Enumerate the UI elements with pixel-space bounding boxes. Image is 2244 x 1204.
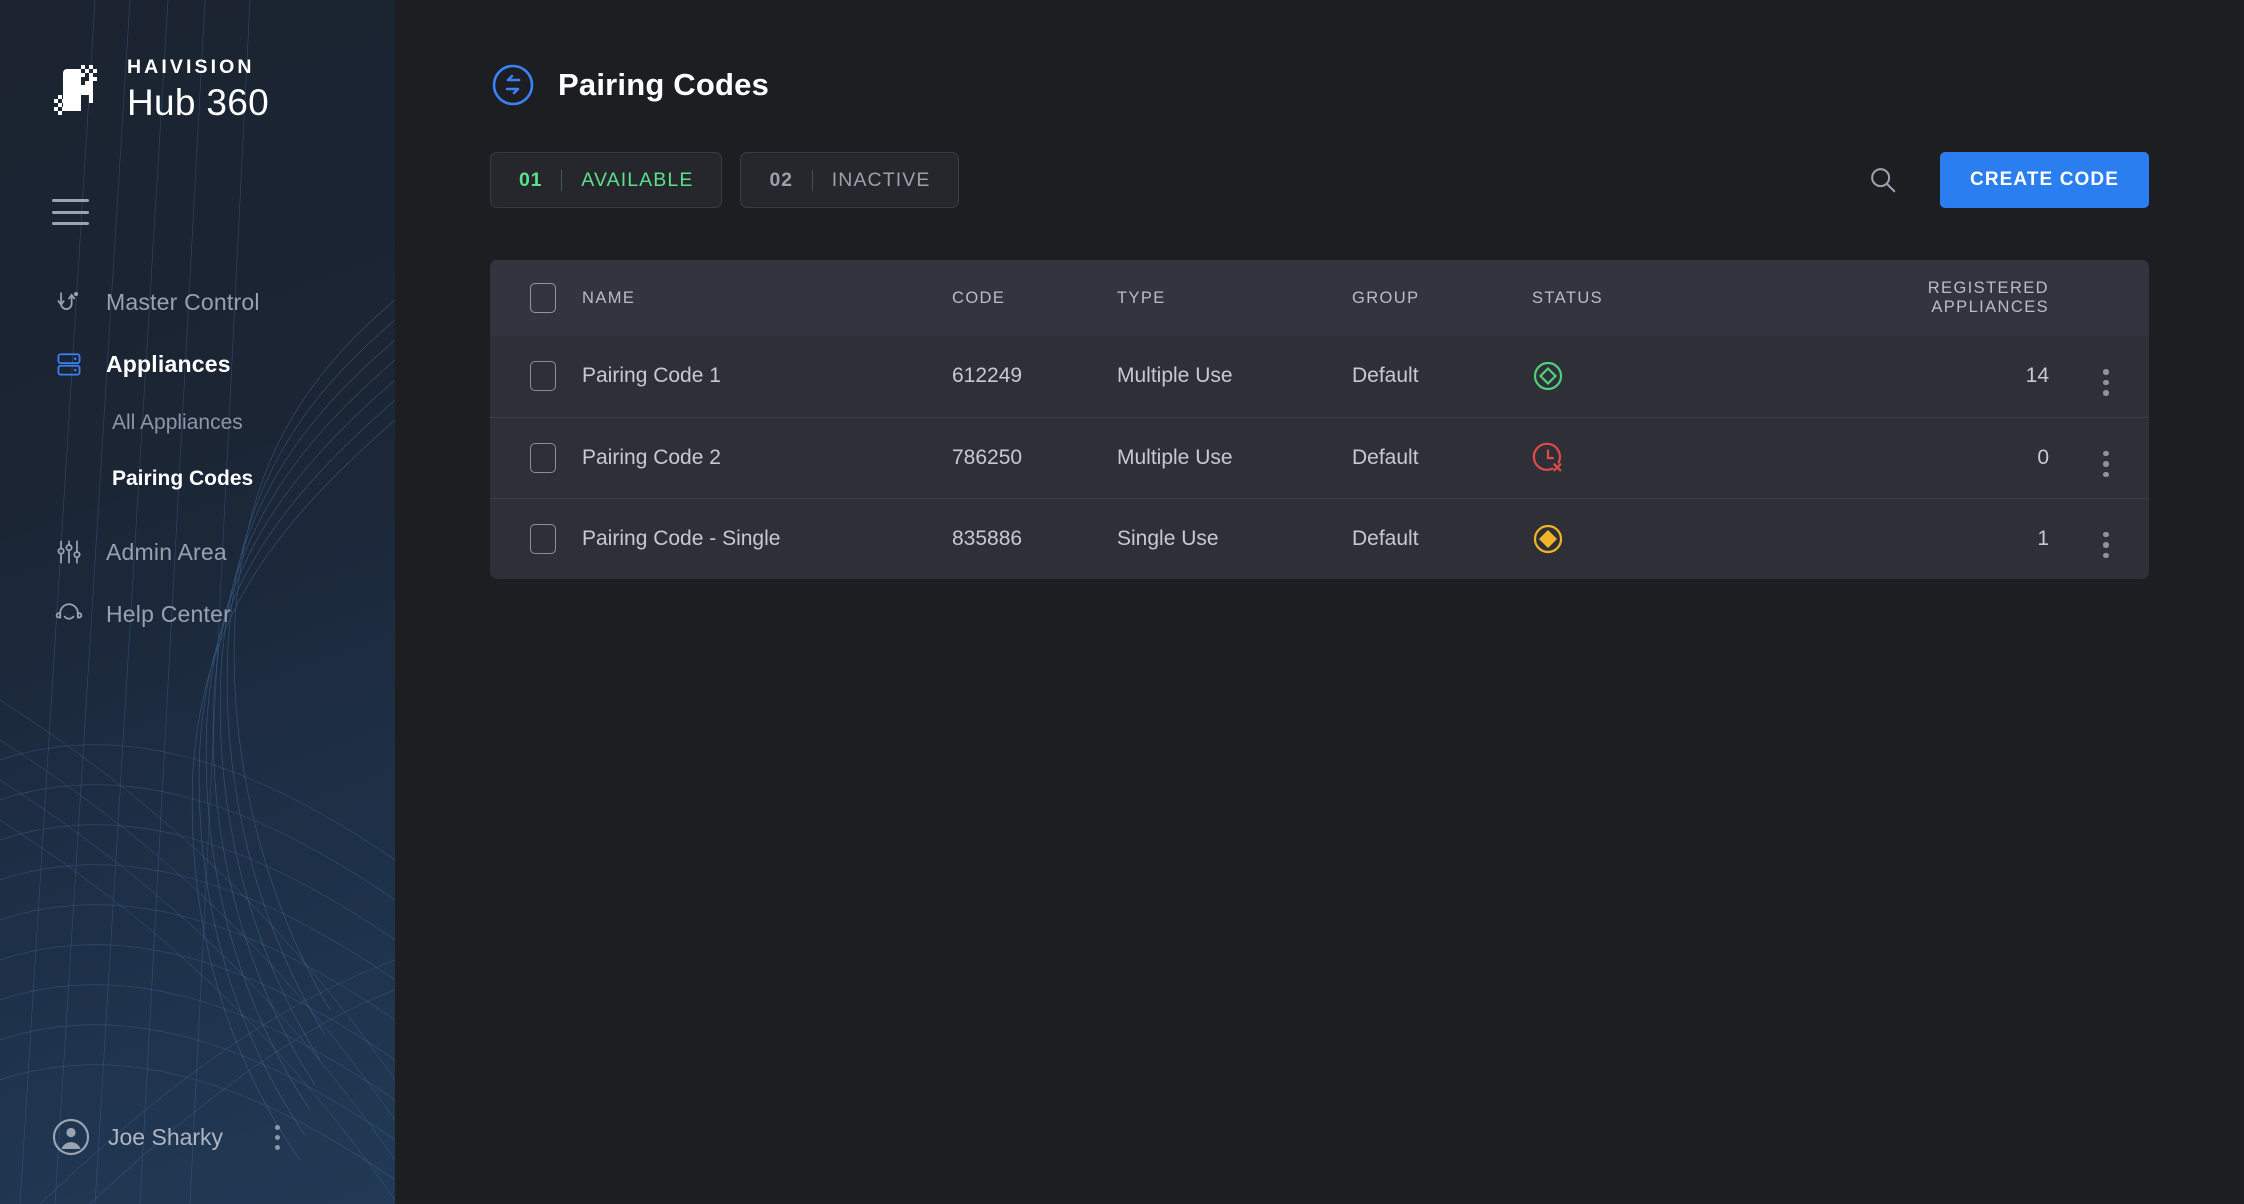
routing-swap-icon (52, 285, 86, 319)
headset-icon (52, 597, 86, 631)
table-row[interactable]: Pairing Code 1 612249 Multiple Use Defau… (490, 336, 2149, 417)
cell-type: Single Use (1117, 526, 1219, 550)
app-root: HAIVISION Hub 360 Master Control Applian… (0, 0, 2244, 1204)
page-header: Pairing Codes (395, 0, 2244, 108)
cell-code: 612249 (952, 364, 1023, 388)
cell-group: Default (1352, 364, 1419, 388)
pairing-exchange-icon (490, 62, 536, 108)
sidebar-item-help-center[interactable]: Help Center (0, 583, 395, 645)
sidebar-item-label: Master Control (106, 288, 260, 315)
filter-chip-available[interactable]: 01 AVAILABLE (490, 152, 723, 208)
cell-type: Multiple Use (1117, 364, 1233, 388)
table-row[interactable]: Pairing Code 2 786250 Multiple Use Defau… (490, 417, 2149, 498)
sidebar-item-pairing-codes[interactable]: Pairing Codes (0, 451, 395, 507)
row-checkbox[interactable] (530, 523, 556, 554)
chip-divider (561, 169, 563, 191)
pairing-codes-table: NAME CODE TYPE GROUP STATUS REGISTERED A… (490, 260, 2149, 579)
logo-brand-text: HAIVISION (127, 56, 255, 78)
column-header-registered-appliances[interactable]: REGISTERED APPLIANCES (1862, 260, 2063, 336)
column-header-actions (2063, 260, 2149, 336)
clock-x-icon (1532, 442, 1562, 471)
user-avatar-icon[interactable] (52, 1118, 90, 1156)
server-stack-icon (52, 347, 86, 381)
sliders-icon (52, 535, 86, 569)
sidebar-item-master-control[interactable]: Master Control (0, 271, 395, 333)
toolbar: 01 AVAILABLE 02 INACTIVE CREATE CODE (395, 152, 2244, 208)
row-checkbox[interactable] (530, 361, 556, 392)
row-actions-cell (2063, 336, 2149, 417)
cell-name: Pairing Code 1 (582, 364, 721, 388)
sidebar-item-all-appliances[interactable]: All Appliances (0, 395, 395, 451)
page-title: Pairing Codes (558, 67, 770, 102)
user-kebab-menu-icon[interactable] (275, 1124, 281, 1150)
table-header-row: NAME CODE TYPE GROUP STATUS REGISTERED A… (490, 260, 2149, 336)
select-all-cell (490, 260, 582, 336)
sidebar-subitem-label: Pairing Codes (112, 467, 254, 491)
chip-label: INACTIVE (831, 168, 931, 191)
diamond-outline-circle-icon (1533, 362, 1563, 391)
column-header-status[interactable]: STATUS (1532, 260, 1862, 336)
cell-code: 835886 (952, 526, 1023, 550)
row-kebab-menu-icon[interactable] (2103, 369, 2109, 396)
cell-registered-appliances: 0 (2037, 445, 2049, 469)
sidebar: HAIVISION Hub 360 Master Control Applian… (0, 0, 395, 1204)
cell-group: Default (1352, 526, 1419, 550)
row-actions-cell (2063, 417, 2149, 498)
chip-count: 02 (769, 168, 793, 191)
cell-registered-appliances: 14 (2025, 364, 2049, 388)
sidebar-user-area: Joe Sharky (0, 1118, 395, 1204)
row-select-cell (490, 336, 582, 417)
search-icon[interactable] (1866, 163, 1900, 197)
app-logo[interactable]: HAIVISION Hub 360 (0, 0, 395, 121)
column-header-group[interactable]: GROUP (1352, 260, 1532, 336)
chip-label: AVAILABLE (581, 168, 694, 191)
row-kebab-menu-icon[interactable] (2103, 450, 2109, 477)
row-kebab-menu-icon[interactable] (2103, 531, 2109, 559)
cell-name: Pairing Code 2 (582, 445, 721, 469)
cell-name: Pairing Code - Single (582, 526, 781, 550)
chip-divider (811, 169, 813, 191)
sidebar-item-label: Appliances (106, 350, 231, 377)
status-filter-chips: 01 AVAILABLE 02 INACTIVE (490, 152, 960, 208)
diamond-filled-circle-icon (1533, 524, 1563, 553)
sidebar-item-label: Help Center (106, 600, 231, 627)
cell-registered-appliances: 1 (2037, 526, 2049, 550)
cell-code: 786250 (952, 445, 1023, 469)
toolbar-actions: CREATE CODE (1866, 152, 2149, 208)
status-badge (1532, 442, 1862, 474)
status-badge (1532, 360, 1862, 392)
sidebar-nav: Master Control Appliances All Appliances… (0, 271, 395, 645)
cell-type: Multiple Use (1117, 445, 1233, 469)
logo-product-text: Hub 360 (127, 81, 269, 123)
cell-status (1532, 336, 1862, 417)
row-checkbox[interactable] (530, 442, 556, 473)
chip-count: 01 (519, 168, 543, 191)
row-select-cell (490, 417, 582, 498)
sidebar-item-admin-area[interactable]: Admin Area (0, 521, 395, 583)
cell-group: Default (1352, 445, 1419, 469)
row-select-cell (490, 498, 582, 579)
sidebar-subitem-label: All Appliances (112, 411, 243, 435)
column-header-type[interactable]: TYPE (1117, 260, 1352, 336)
cell-status (1532, 417, 1862, 498)
column-header-code[interactable]: CODE (952, 260, 1117, 336)
main-content: Pairing Codes 01 AVAILABLE 02 INACTIVE C… (395, 0, 2244, 1204)
hamburger-menu-icon[interactable] (52, 199, 89, 226)
filter-chip-inactive[interactable]: 02 INACTIVE (740, 152, 960, 208)
create-code-button[interactable]: CREATE CODE (1940, 152, 2149, 208)
column-header-name[interactable]: NAME (582, 260, 952, 336)
user-name-label: Joe Sharky (108, 1123, 224, 1150)
select-all-checkbox[interactable] (530, 283, 556, 313)
sidebar-item-appliances[interactable]: Appliances (0, 333, 395, 395)
table-row[interactable]: Pairing Code - Single 835886 Single Use … (490, 498, 2149, 579)
cell-status (1532, 498, 1862, 579)
row-actions-cell (2063, 498, 2149, 579)
haivision-h-logo-icon (52, 61, 110, 119)
sidebar-item-label: Admin Area (106, 538, 227, 565)
status-badge (1532, 523, 1862, 555)
